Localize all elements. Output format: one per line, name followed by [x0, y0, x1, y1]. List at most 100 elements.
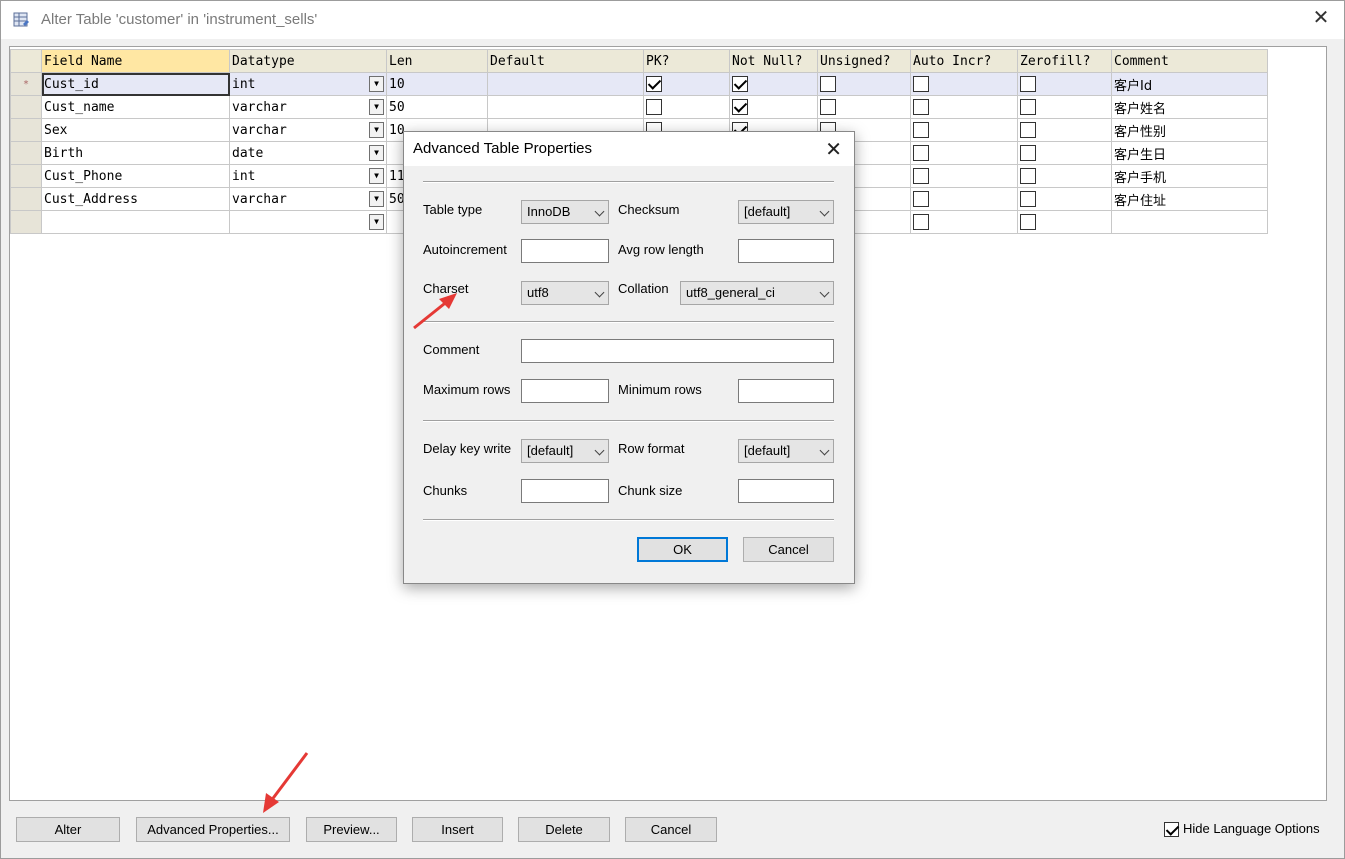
- insert-button[interactable]: Insert: [412, 817, 503, 842]
- unsigned-checkbox[interactable]: [820, 76, 836, 92]
- col-header-unsigned[interactable]: Unsigned?: [817, 49, 911, 73]
- comment-cell[interactable]: 客户性别: [1111, 118, 1268, 142]
- delete-button[interactable]: Delete: [518, 817, 610, 842]
- minimum-rows-input[interactable]: [738, 379, 834, 403]
- field-name-cell[interactable]: Birth: [41, 141, 230, 165]
- field-name-cell[interactable]: Cust_Phone: [41, 164, 230, 188]
- hide-language-options[interactable]: Hide Language Options: [1164, 821, 1320, 839]
- dropdown-arrow-icon[interactable]: ▼: [369, 214, 384, 230]
- dialog-cancel-button[interactable]: Cancel: [743, 537, 834, 562]
- dialog-close-icon[interactable]: ✕: [825, 137, 842, 162]
- datatype-cell[interactable]: date ▼: [229, 141, 387, 165]
- row-header[interactable]: [10, 95, 42, 119]
- not-null-cell: [729, 95, 818, 119]
- auto-incr-checkbox[interactable]: [913, 214, 929, 230]
- not-null-checkbox[interactable]: [732, 76, 748, 92]
- table-row[interactable]: * Cust_id int ▼ 10 客户Id: [10, 72, 1268, 96]
- datatype-cell[interactable]: int ▼: [229, 164, 387, 188]
- zerofill-checkbox[interactable]: [1020, 99, 1036, 115]
- zerofill-checkbox[interactable]: [1020, 145, 1036, 161]
- collation-select[interactable]: utf8_general_ci: [680, 281, 834, 305]
- auto-incr-checkbox[interactable]: [913, 122, 929, 138]
- advanced-properties-button[interactable]: Advanced Properties...: [136, 817, 290, 842]
- close-icon[interactable]: ✕: [1312, 8, 1330, 28]
- datatype-cell[interactable]: varchar ▼: [229, 95, 387, 119]
- len-cell[interactable]: 50: [386, 95, 488, 119]
- dropdown-arrow-icon[interactable]: ▼: [369, 191, 384, 207]
- zerofill-checkbox[interactable]: [1020, 122, 1036, 138]
- col-header-field-name[interactable]: Field Name: [41, 49, 230, 73]
- row-header[interactable]: [10, 210, 42, 234]
- comment-input[interactable]: [521, 339, 834, 363]
- auto-incr-checkbox[interactable]: [913, 168, 929, 184]
- ok-button[interactable]: OK: [637, 537, 728, 562]
- avg-row-length-input[interactable]: [738, 239, 834, 263]
- zerofill-checkbox[interactable]: [1020, 191, 1036, 207]
- field-name-cell[interactable]: [41, 210, 230, 234]
- col-header-len[interactable]: Len: [386, 49, 488, 73]
- col-header-pk[interactable]: PK?: [643, 49, 730, 73]
- comment-cell[interactable]: 客户生日: [1111, 141, 1268, 165]
- not-null-checkbox[interactable]: [732, 99, 748, 115]
- autoincrement-input[interactable]: [521, 239, 609, 263]
- comment-cell[interactable]: 客户手机: [1111, 164, 1268, 188]
- zerofill-checkbox[interactable]: [1020, 76, 1036, 92]
- default-cell[interactable]: [487, 95, 644, 119]
- auto-incr-checkbox[interactable]: [913, 145, 929, 161]
- hide-language-checkbox[interactable]: [1164, 822, 1179, 838]
- zerofill-checkbox[interactable]: [1020, 168, 1036, 184]
- col-header-default[interactable]: Default: [487, 49, 644, 73]
- field-name-cell[interactable]: Cust_name: [41, 95, 230, 119]
- maximum-rows-input[interactable]: [521, 379, 609, 403]
- table-row[interactable]: Cust_name varchar ▼ 50 客户姓名: [10, 95, 1268, 119]
- alter-button[interactable]: Alter: [16, 817, 120, 842]
- comment-cell[interactable]: 客户Id: [1111, 72, 1268, 96]
- chunk-size-input[interactable]: [738, 479, 834, 503]
- auto-incr-checkbox[interactable]: [913, 99, 929, 115]
- col-header-not-null[interactable]: Not Null?: [729, 49, 818, 73]
- row-format-select[interactable]: [default]: [738, 439, 834, 463]
- datatype-cell[interactable]: ▼: [229, 210, 387, 234]
- col-header-auto-incr[interactable]: Auto Incr?: [910, 49, 1018, 73]
- row-header[interactable]: [10, 187, 42, 211]
- collation-value: utf8_general_ci: [686, 285, 775, 300]
- comment-cell[interactable]: 客户住址: [1111, 187, 1268, 211]
- pk-checkbox[interactable]: [646, 99, 662, 115]
- datatype-cell[interactable]: varchar ▼: [229, 118, 387, 142]
- charset-select[interactable]: utf8: [521, 281, 609, 305]
- field-name-cell[interactable]: Cust_id: [41, 72, 230, 96]
- preview-button[interactable]: Preview...: [306, 817, 397, 842]
- chunks-input[interactable]: [521, 479, 609, 503]
- field-name-cell[interactable]: Cust_Address: [41, 187, 230, 211]
- len-cell[interactable]: 10: [386, 72, 488, 96]
- dropdown-arrow-icon[interactable]: ▼: [369, 168, 384, 184]
- dropdown-arrow-icon[interactable]: ▼: [369, 99, 384, 115]
- table-type-select[interactable]: InnoDB: [521, 200, 609, 224]
- auto-incr-cell: [910, 187, 1018, 211]
- dropdown-arrow-icon[interactable]: ▼: [369, 76, 384, 92]
- chevron-down-icon: [594, 287, 605, 298]
- col-header-datatype[interactable]: Datatype: [229, 49, 387, 73]
- dropdown-arrow-icon[interactable]: ▼: [369, 145, 384, 161]
- datatype-cell[interactable]: int ▼: [229, 72, 387, 96]
- zerofill-checkbox[interactable]: [1020, 214, 1036, 230]
- row-header[interactable]: *: [10, 72, 42, 96]
- comment-cell[interactable]: [1111, 210, 1268, 234]
- pk-checkbox[interactable]: [646, 76, 662, 92]
- datatype-cell[interactable]: varchar ▼: [229, 187, 387, 211]
- col-header-comment[interactable]: Comment: [1111, 49, 1268, 73]
- default-cell[interactable]: [487, 72, 644, 96]
- comment-cell[interactable]: 客户姓名: [1111, 95, 1268, 119]
- cancel-button[interactable]: Cancel: [625, 817, 717, 842]
- row-header[interactable]: [10, 164, 42, 188]
- row-header[interactable]: [10, 118, 42, 142]
- auto-incr-checkbox[interactable]: [913, 76, 929, 92]
- dropdown-arrow-icon[interactable]: ▼: [369, 122, 384, 138]
- row-header[interactable]: [10, 141, 42, 165]
- delay-key-write-select[interactable]: [default]: [521, 439, 609, 463]
- col-header-zerofill[interactable]: Zerofill?: [1017, 49, 1112, 73]
- auto-incr-checkbox[interactable]: [913, 191, 929, 207]
- field-name-cell[interactable]: Sex: [41, 118, 230, 142]
- checksum-select[interactable]: [default]: [738, 200, 834, 224]
- unsigned-checkbox[interactable]: [820, 99, 836, 115]
